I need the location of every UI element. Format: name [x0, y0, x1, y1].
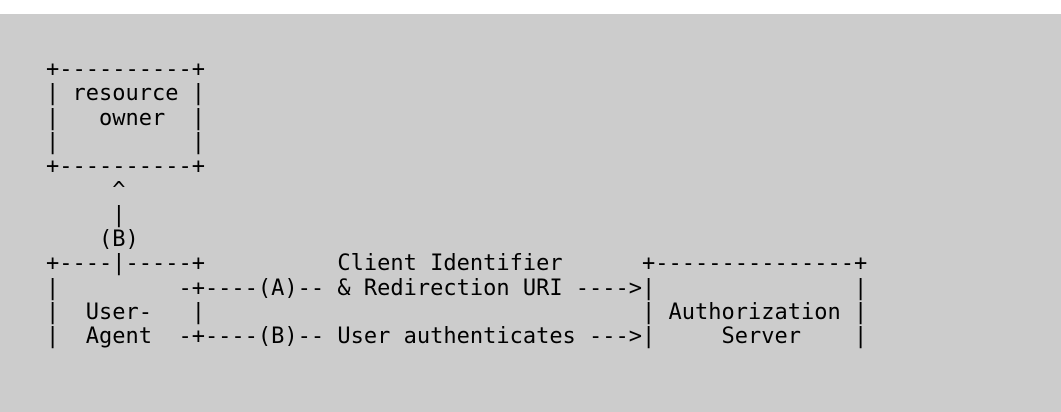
ascii-flow-diagram: +----------+ | resource | | owner | | | +---… [46, 57, 868, 350]
user-agent-authorization-labels: | User- | | Authorization | [46, 299, 868, 325]
arrow-shaft: | [46, 202, 126, 228]
user-agent-box-top-and-client-identifier: +----|-----+ Client Identifier +--------… [46, 251, 868, 277]
arrow-head-up: ^ [46, 178, 126, 204]
resource-owner-box-blank: | | [46, 129, 205, 155]
resource-owner-box-top: +----------+ [46, 57, 205, 82]
diagram-canvas: +----------+ | resource | | owner | | | +---… [0, 14, 1061, 412]
resource-owner-box-bottom: +----------+ [46, 154, 205, 180]
resource-owner-label-line-1: | resource | [46, 81, 205, 107]
step-b-label: (B) [46, 227, 139, 253]
step-a-redirection-uri-arrow: | -+----(A)-- & Redirection URI ---->| | [46, 275, 868, 301]
step-b-user-authenticates-arrow: | Agent -+----(B)-- User authenticates -… [46, 324, 868, 350]
resource-owner-label-line-2: | owner | [46, 105, 205, 131]
